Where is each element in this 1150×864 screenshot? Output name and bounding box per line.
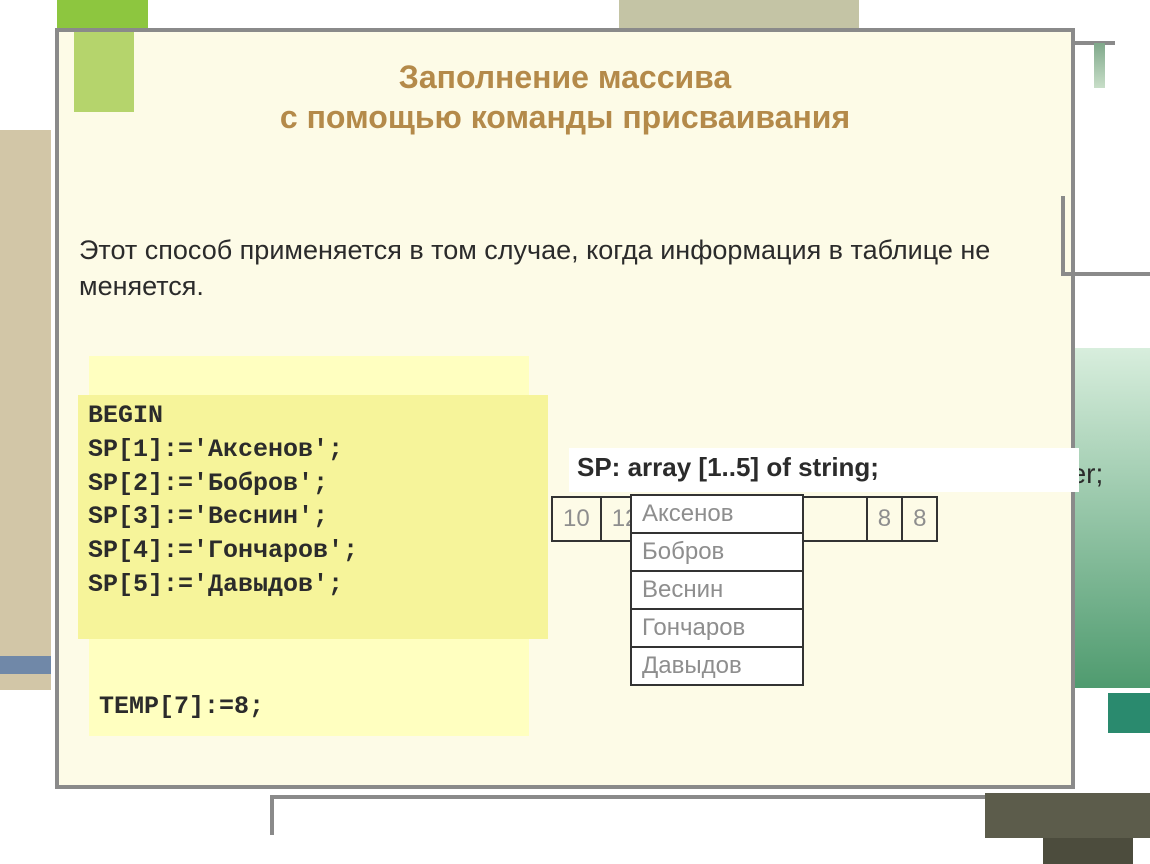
- code-l2: SP[2]:='Бобров';: [88, 469, 328, 498]
- deco-bottom-dark2: [1043, 838, 1133, 864]
- title-line1: Заполнение массива: [399, 59, 731, 95]
- deco-right-green: [1075, 348, 1150, 688]
- hcell-5: 8: [903, 498, 936, 540]
- vertical-array-list: Аксенов Бобров Веснин Гончаров Давыдов: [630, 494, 804, 686]
- deco-green-top: [57, 0, 148, 28]
- code-block: BEGIN SP[1]:='Аксенов'; SP[2]:='Бобров';…: [78, 395, 548, 639]
- array-declaration: SP: array [1..5] of string;: [569, 448, 1079, 492]
- deco-teal-bar: [1108, 693, 1150, 733]
- hcell-0: 10: [553, 498, 602, 540]
- slide: Заполнение массива с помощью команды при…: [55, 28, 1075, 789]
- deco-blue-chip: [0, 656, 51, 674]
- deco-bottom-frame: [270, 795, 990, 835]
- hcell-4: 8: [868, 498, 903, 540]
- declaration-text: SP: array [1..5] of string;: [577, 452, 879, 482]
- code-l3: SP[3]:='Веснин';: [88, 502, 328, 531]
- code-l5: SP[5]:='Давыдов';: [88, 570, 343, 599]
- vcell-4: Давыдов: [632, 648, 802, 684]
- title-line2: с помощью команды присваивания: [280, 99, 850, 135]
- deco-right-hline: [1065, 272, 1150, 276]
- deco-left-beige: [0, 130, 51, 690]
- vcell-0: Аксенов: [632, 496, 802, 534]
- body-text: Этот способ применяется в том случае, ко…: [79, 232, 1049, 305]
- deco-right-green-top: [1094, 43, 1105, 88]
- code-l0: BEGIN: [88, 401, 163, 430]
- slide-title: Заполнение массива с помощью команды при…: [59, 57, 1071, 137]
- deco-bottom-dark: [985, 793, 1150, 838]
- vcell-1: Бобров: [632, 534, 802, 572]
- code-l1: SP[1]:='Аксенов';: [88, 435, 343, 464]
- vcell-2: Веснин: [632, 572, 802, 610]
- code-l4: SP[4]:='Гончаров';: [88, 536, 358, 565]
- deco-right-vline: [1061, 196, 1065, 276]
- code-temp-line: TEMP[7]:=8;: [99, 692, 264, 721]
- vcell-3: Гончаров: [632, 610, 802, 648]
